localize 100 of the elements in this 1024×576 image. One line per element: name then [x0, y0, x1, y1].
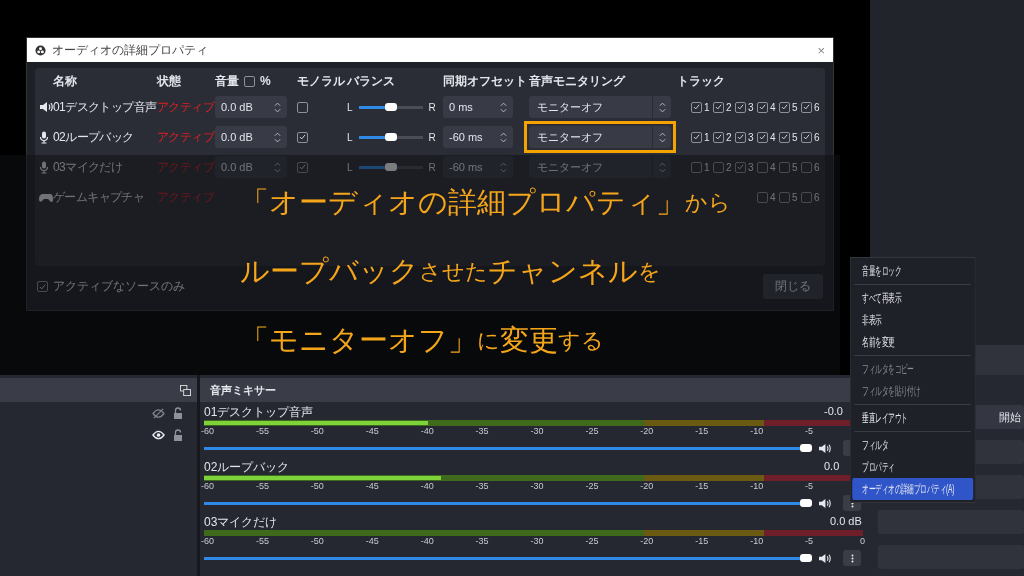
checkbox[interactable]	[801, 131, 812, 143]
offset-field[interactable]: 0 ms	[443, 96, 513, 118]
caption-text: 「オーディオの詳細プロパティ」から	[240, 185, 731, 221]
track-number: 1	[704, 131, 711, 143]
volume-field[interactable]: 0.0 dB	[215, 96, 287, 118]
checkbox[interactable]	[779, 161, 790, 173]
offset-field[interactable]: -60 ms	[443, 126, 513, 148]
checkbox[interactable]	[779, 131, 790, 143]
tick-label: -55	[255, 481, 269, 491]
column-header: トラック	[677, 72, 725, 90]
track-number: 2	[726, 101, 733, 113]
unlocked-lock-icon[interactable]	[173, 407, 183, 419]
monitoring-dropdown[interactable]: モニターオフ	[529, 96, 671, 118]
checkbox[interactable]	[757, 191, 768, 203]
checkbox[interactable]	[735, 161, 746, 173]
eye-icon[interactable]	[152, 430, 165, 440]
speaker-icon[interactable]	[818, 442, 831, 454]
spinner-icon[interactable]	[500, 131, 507, 143]
checkbox[interactable]	[691, 131, 702, 143]
monitoring-dropdown[interactable]: モニターオフ	[529, 126, 671, 148]
undock-icon[interactable]	[180, 384, 191, 396]
spinner-icon[interactable]	[274, 101, 281, 113]
checkbox[interactable]	[244, 75, 255, 87]
tick-label: -30	[530, 426, 544, 436]
column-header: 状態	[157, 72, 181, 90]
balance-slider[interactable]	[358, 135, 423, 139]
spinner-icon[interactable]	[500, 101, 507, 113]
spinner-icon[interactable]	[658, 101, 666, 113]
checkbox[interactable]	[757, 131, 768, 143]
tick-label: -25	[585, 481, 599, 491]
source-name: 02ループバック	[53, 128, 134, 146]
menu-item[interactable]: 非表示	[852, 309, 974, 331]
checkbox[interactable]	[757, 161, 768, 173]
checkbox[interactable]	[735, 101, 746, 113]
column-header: 音声モニタリング	[529, 72, 625, 90]
menu-item[interactable]: フィルタ	[852, 434, 974, 456]
speaker-icon[interactable]	[818, 552, 831, 564]
checkbox[interactable]	[691, 161, 702, 173]
tick-label: -25	[585, 426, 599, 436]
tick-label: -20	[640, 536, 654, 546]
checkbox[interactable]	[779, 101, 790, 113]
menu-item[interactable]: 垂直レイアウト	[852, 407, 974, 429]
checkbox[interactable]	[37, 281, 48, 292]
tick-label: -20	[640, 481, 654, 491]
tick-label: -35	[475, 481, 489, 491]
tick-label: -10	[750, 426, 764, 436]
checkbox[interactable]	[713, 101, 724, 113]
tick-label: -50	[310, 536, 324, 546]
menu-item[interactable]: 音量をロック	[852, 260, 974, 282]
tick-label: -40	[420, 426, 434, 436]
track-number: 4	[770, 101, 777, 113]
tick-label: -60	[201, 481, 214, 491]
speaker-icon[interactable]	[818, 497, 831, 509]
checkbox[interactable]	[297, 101, 308, 113]
tick-label: -50	[310, 426, 324, 436]
app-logo-icon	[35, 44, 46, 56]
status-text: アクティブ	[157, 128, 214, 146]
checkbox[interactable]	[801, 191, 812, 203]
microphone-icon	[39, 160, 49, 174]
column-header: 同期オフセット	[443, 72, 527, 90]
checkbox[interactable]	[691, 101, 702, 113]
menu-item[interactable]: プロパティ	[852, 456, 974, 478]
eye-slash-icon[interactable]	[152, 407, 165, 419]
tick-label: -10	[750, 481, 764, 491]
checkbox[interactable]	[757, 101, 768, 113]
status-text: アクティブ	[157, 98, 214, 116]
balance-slider[interactable]	[358, 105, 423, 109]
spinner-icon[interactable]	[274, 131, 281, 143]
track-number: 4	[770, 161, 777, 173]
spinner-icon[interactable]	[658, 131, 666, 143]
menu-item[interactable]: オーディオの詳細プロパティ(A)	[852, 478, 974, 500]
checkbox[interactable]	[297, 161, 308, 173]
tick-label: -45	[365, 536, 379, 546]
checkbox[interactable]	[801, 161, 812, 173]
balance-slider[interactable]	[358, 165, 423, 169]
track-number: 2	[726, 161, 733, 173]
source-name: ゲームキャプチャ	[53, 188, 145, 206]
source-name: 03マイクだけ	[53, 158, 123, 176]
close-button[interactable]: ×	[817, 42, 825, 58]
checkbox[interactable]	[779, 191, 790, 203]
checkbox[interactable]	[297, 131, 308, 143]
checkbox[interactable]	[735, 131, 746, 143]
tick-label: -5	[805, 481, 814, 491]
tick-label: -30	[530, 536, 544, 546]
volume-slider[interactable]	[204, 446, 812, 450]
tick-label: -40	[420, 481, 434, 491]
menu-item[interactable]: 名前を変更	[852, 331, 974, 353]
menu-item[interactable]: すべて再表示	[852, 287, 974, 309]
left-label: L	[347, 101, 353, 113]
source-name: 01デスクトップ音声	[53, 98, 157, 116]
volume-field[interactable]: 0.0 dB	[215, 126, 287, 148]
unlocked-lock-icon[interactable]	[173, 429, 183, 441]
track-number: 6	[814, 131, 821, 143]
volume-slider[interactable]	[204, 501, 812, 505]
checkbox[interactable]	[713, 131, 724, 143]
more-button[interactable]	[843, 550, 861, 566]
checkbox[interactable]	[713, 161, 724, 173]
checkbox[interactable]	[801, 101, 812, 113]
volume-slider[interactable]	[204, 556, 812, 560]
tick-label: -35	[475, 426, 489, 436]
